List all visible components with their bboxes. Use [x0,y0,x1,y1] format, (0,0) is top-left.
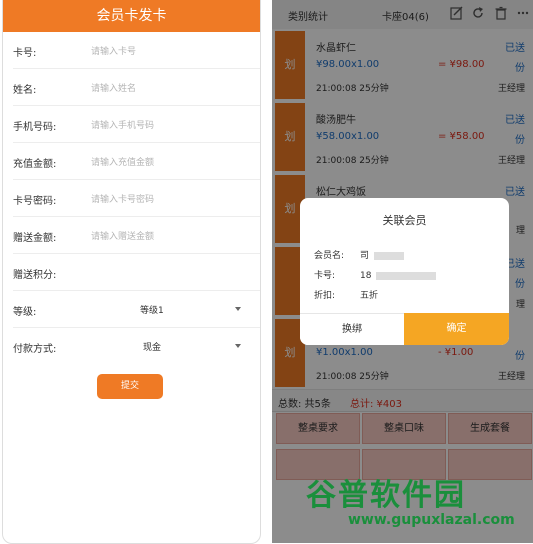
watermark-text: 谷普软件园 [306,478,466,513]
recharge-row[interactable]: 充值金额: 请输入充值金额 [13,143,260,180]
name-input[interactable]: 请输入姓名 [91,81,136,94]
card-password-input[interactable]: 请输入卡号密码 [91,192,154,205]
level-label: 等级: [13,307,37,318]
card-value: 18 [360,271,372,281]
card-number-input[interactable]: 请输入卡号 [91,44,136,57]
link-member-dialog: 关联会员 会员名: 司 卡号: 18 折扣: 五折 换绑 确定 [300,198,509,345]
bonus-amount-label: 赠送金额: [13,233,57,244]
card-number-row: 卡号: 18 [314,268,437,281]
level-select[interactable]: 等级1 [140,303,164,316]
watermark-logo: 谷普软件园 www.gupuxlazal.com [300,470,532,540]
redacted-mask [376,271,437,280]
submit-button[interactable]: 提交 [97,374,163,399]
bonus-points-row[interactable]: 赠送积分: [13,254,260,291]
bonus-points-label: 赠送积分: [13,270,57,281]
card-label: 卡号: [314,271,336,281]
payment-select[interactable]: 现金 [143,340,161,353]
payment-label: 付款方式: [13,344,57,355]
chevron-down-icon [235,344,241,348]
rebind-button[interactable]: 换绑 [300,313,404,345]
recharge-label: 充值金额: [13,159,57,170]
level-row[interactable]: 等级: 等级1 [13,291,260,328]
phone-row[interactable]: 手机号码: 请输入手机号码 [13,106,260,143]
discount-label: 折扣: [314,291,336,301]
card-password-label: 卡号密码: [13,196,57,207]
card-number-label: 卡号: [13,48,37,59]
dialog-title: 关联会员 [382,214,427,227]
form-title: 会员卡发卡 [3,0,260,32]
bonus-amount-input[interactable]: 请输入赠送金额 [91,229,154,242]
watermark-url: www.gupuxlazal.com [348,512,515,528]
redacted-mask [373,251,404,260]
order-screen: 类别统计 卡座04(6) 划 水晶虾仁 已送 ¥98.00x1.00 = ¥98… [272,0,533,543]
card-number-row[interactable]: 卡号: 请输入卡号 [13,32,260,69]
discount-row: 折扣: 五折 [314,288,378,301]
chevron-down-icon [235,307,241,311]
card-password-row[interactable]: 卡号密码: 请输入卡号密码 [13,180,260,217]
phone-input[interactable]: 请输入手机号码 [91,118,154,131]
phone-label: 手机号码: [13,122,57,133]
recharge-input[interactable]: 请输入充值金额 [91,155,154,168]
confirm-button[interactable]: 确定 [404,313,509,345]
bonus-amount-row[interactable]: 赠送金额: 请输入赠送金额 [13,217,260,254]
discount-value: 五折 [360,291,379,301]
name-row[interactable]: 姓名: 请输入姓名 [13,69,260,106]
member-name-row: 会员名: 司 [314,248,404,261]
member-name-value: 司 [360,251,370,261]
name-label: 姓名: [13,85,37,96]
member-name-label: 会员名: [314,251,345,261]
member-card-form: 会员卡发卡 卡号: 请输入卡号 姓名: 请输入姓名 手机号码: 请输入手机号码 … [2,0,261,544]
payment-row[interactable]: 付款方式: 现金 [13,328,260,364]
